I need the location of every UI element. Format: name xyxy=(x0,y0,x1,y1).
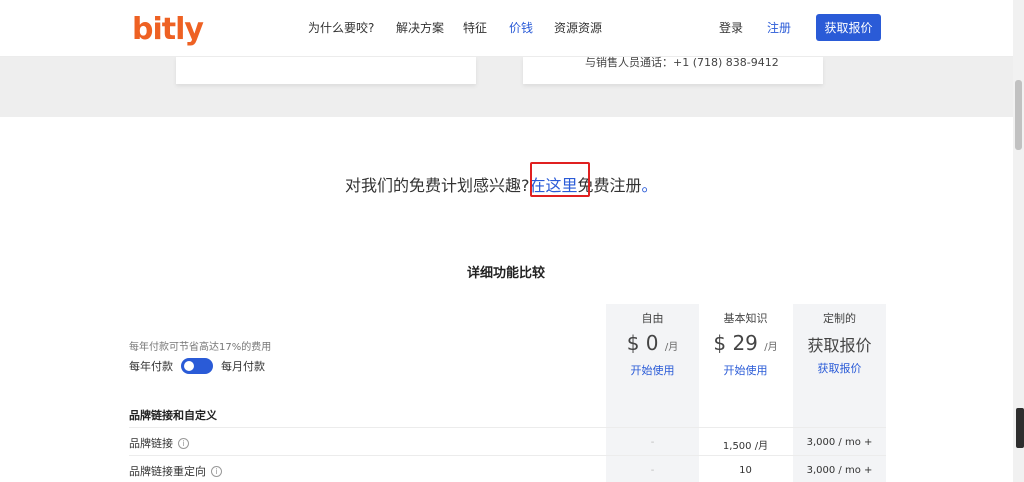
bitly-logo[interactable]: bitly xyxy=(132,12,204,47)
nav-features[interactable]: 特征 xyxy=(463,19,487,36)
plan-cta-free[interactable]: 开始使用 xyxy=(606,362,699,378)
feature-label-branded-links: 品牌链接 i xyxy=(129,435,189,451)
annual-savings-note: 每年付款可节省高达17%的费用 xyxy=(129,342,272,353)
sales-contact-text: 与销售人员通话：+1 (718) 838-9412 xyxy=(585,56,779,69)
highlight-box xyxy=(530,162,590,197)
billing-toggle[interactable] xyxy=(181,358,213,374)
toggle-label-monthly[interactable]: 每月付款 xyxy=(221,358,265,374)
toggle-label-annual[interactable]: 每年付款 xyxy=(129,358,173,374)
plan-name-free: 自由 xyxy=(641,312,664,325)
row-divider xyxy=(129,455,886,456)
info-icon[interactable]: i xyxy=(211,465,222,477)
top-navbar: bitly 为什么要咬? 解决方案 特征 价钱 资源资源 登录 注册 获取报价 xyxy=(0,0,1013,57)
pricing-card-bottom-left xyxy=(176,57,476,84)
nav-pricing[interactable]: 价钱 xyxy=(509,19,533,36)
signup-link[interactable]: 注册 xyxy=(767,19,791,36)
cell-basic-branded-links: 1,500 /月 xyxy=(722,441,769,452)
cell-custom-branded-redirects: 3,000 / mo + xyxy=(806,465,873,476)
free-plan-line: 对我们的免费计划感兴趣?在这里免费注册。 xyxy=(345,172,658,196)
plan-name-basic: 基本知识 xyxy=(723,312,768,325)
feature-label-branded-redirects: 品牌链接重定向 i xyxy=(129,463,222,479)
cell-custom-branded-links: 3,000 / mo + xyxy=(806,437,873,448)
pricing-cards-band xyxy=(0,57,1013,117)
toggle-knob xyxy=(184,361,194,371)
nav-resources[interactable]: 资源资源 xyxy=(554,19,602,36)
login-link[interactable]: 登录 xyxy=(719,19,743,36)
nav-why[interactable]: 为什么要咬? xyxy=(308,19,374,36)
free-plan-prefix: 对我们的免费计划感兴趣? xyxy=(345,176,530,195)
cell-free-branded-links: - xyxy=(650,437,655,448)
plan-price-free: $ 0 /月 xyxy=(626,331,679,355)
free-plan-dot: 。 xyxy=(641,176,658,195)
plan-name-custom: 定制的 xyxy=(823,312,856,325)
cell-free-branded-redirects: - xyxy=(650,465,655,476)
cell-basic-branded-redirects: 10 xyxy=(739,465,752,476)
plan-cta-custom[interactable]: 获取报价 xyxy=(793,360,886,376)
plan-price-custom: 获取报价 xyxy=(807,336,872,355)
feature-group-title: 品牌链接和自定义 xyxy=(129,409,217,422)
scrollbar-thumb[interactable] xyxy=(1015,80,1022,150)
row-divider xyxy=(129,427,886,428)
nav-solutions[interactable]: 解决方案 xyxy=(396,19,444,36)
billing-toggle-row: 每年付款 每月付款 xyxy=(129,358,265,374)
plan-cta-basic[interactable]: 开始使用 xyxy=(699,362,792,378)
info-icon[interactable]: i xyxy=(178,437,189,449)
plan-price-basic: $ 29 /月 xyxy=(713,331,778,355)
comparison-title: 详细功能比较 xyxy=(467,266,546,281)
side-widget-tab[interactable] xyxy=(1016,408,1024,448)
get-quote-button[interactable]: 获取报价 xyxy=(816,14,881,41)
